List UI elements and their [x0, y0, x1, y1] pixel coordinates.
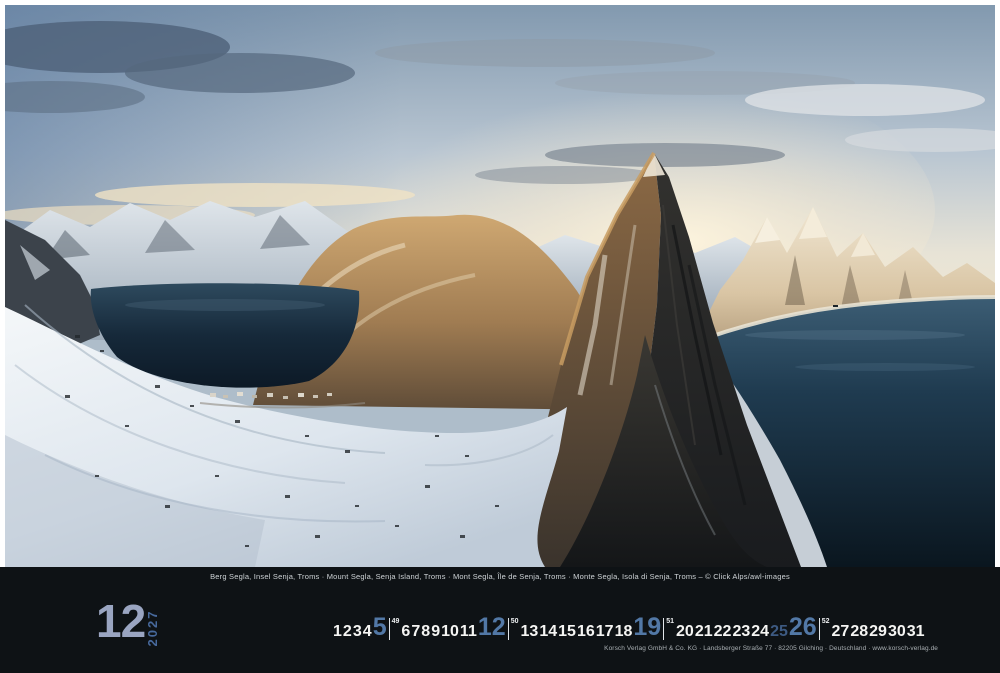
- calendar-day-28: 28: [850, 624, 868, 640]
- calendar-day-3: 3: [353, 624, 362, 640]
- calendar-day-21: 21: [695, 624, 713, 640]
- week-number-49: 49: [392, 618, 400, 625]
- calendar-day-30: 30: [888, 624, 906, 640]
- calendar-day-22: 22: [714, 624, 732, 640]
- calendar-day-14: 14: [539, 624, 557, 640]
- calendar-day-11: 11: [460, 624, 477, 640]
- calendar-page: Berg Segla, Insel Senja, Troms · Mount S…: [0, 0, 1000, 673]
- calendar-day-23: 23: [732, 624, 750, 640]
- calendar-day-31: 31: [907, 624, 925, 640]
- week-number-52: 52: [822, 618, 830, 625]
- calendar-day-27: 27: [832, 624, 850, 640]
- calendar-day-12: 12: [478, 615, 506, 640]
- year-label: 2027: [129, 605, 175, 651]
- calendar-day-8: 8: [421, 624, 430, 640]
- calendar-day-15: 15: [558, 624, 576, 640]
- calendar-day-7: 7: [411, 624, 420, 640]
- calendar-day-17: 17: [596, 624, 614, 640]
- week-separator: 49: [389, 618, 400, 640]
- publisher-imprint: Korsch Verlag GmbH & Co. KG · Landsberge…: [604, 645, 938, 652]
- calendar-day-20: 20: [676, 624, 694, 640]
- photo-caption: Berg Segla, Insel Senja, Troms · Mount S…: [0, 572, 1000, 581]
- date-row: 1234549678910111250131415161718195120212…: [333, 605, 925, 640]
- calendar-day-19: 19: [633, 615, 661, 640]
- calendar-day-4: 4: [363, 624, 372, 640]
- calendar-day-25: 25: [770, 624, 788, 640]
- calendar-day-26: 26: [789, 615, 817, 640]
- week-number-50: 50: [511, 618, 519, 625]
- calendar-day-18: 18: [615, 624, 633, 640]
- calendar-day-1: 1: [333, 624, 342, 640]
- calendar-day-16: 16: [577, 624, 595, 640]
- calendar-day-29: 29: [869, 624, 887, 640]
- calendar-strip: Berg Segla, Insel Senja, Troms · Mount S…: [0, 567, 1000, 673]
- calendar-day-10: 10: [441, 624, 459, 640]
- week-separator: 51: [663, 618, 674, 640]
- mountain-fjord-illustration: [5, 5, 995, 567]
- calendar-day-6: 6: [401, 624, 410, 640]
- calendar-day-24: 24: [751, 624, 769, 640]
- week-number-51: 51: [666, 618, 674, 625]
- calendar-day-9: 9: [431, 624, 440, 640]
- calendar-day-2: 2: [343, 624, 352, 640]
- week-separator: 52: [819, 618, 830, 640]
- calendar-day-13: 13: [521, 624, 539, 640]
- week-separator: 50: [508, 618, 519, 640]
- landscape-photo: [5, 5, 995, 567]
- calendar-day-5: 5: [373, 615, 387, 640]
